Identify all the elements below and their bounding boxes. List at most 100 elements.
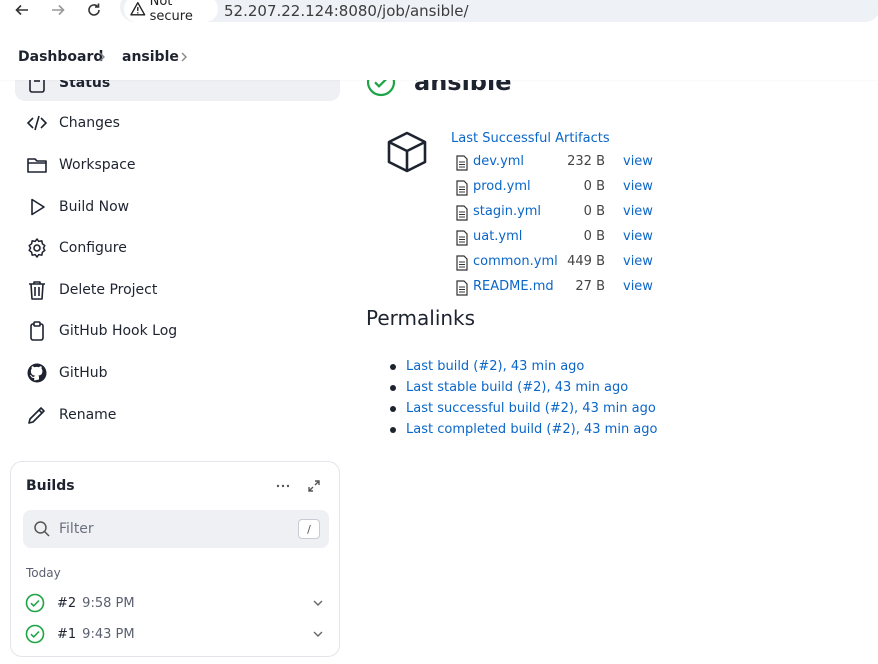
artifact-view-link[interactable]: view [623, 179, 653, 194]
sidebar-item-label: GitHub [59, 365, 108, 381]
expand-button[interactable] [304, 476, 324, 496]
ellipsis-icon [276, 484, 290, 488]
artifact-row: README.md 27 B view [455, 277, 675, 297]
bullet-icon [390, 427, 396, 433]
artifact-link[interactable]: README.md [473, 279, 554, 294]
artifact-size: 27 B [575, 279, 605, 294]
arrow-right-icon [52, 4, 65, 16]
success-icon [25, 624, 45, 644]
build-time: 9:43 PM [82, 626, 135, 642]
artifact-size: 0 B [583, 204, 605, 219]
list-item: Last build (#2), 43 min ago [390, 358, 584, 379]
file-icon [455, 155, 469, 171]
url-text[interactable]: 52.207.22.124:8080/job/ansible/ [224, 2, 469, 20]
file-icon [455, 205, 469, 221]
file-icon [455, 255, 469, 271]
search-icon [34, 521, 50, 537]
list-item: Last completed build (#2), 43 min ago [390, 421, 657, 442]
warning-icon [130, 1, 146, 16]
list-item: Last successful build (#2), 43 min ago [390, 400, 656, 421]
reload-icon [88, 3, 100, 16]
clipboard-icon [26, 320, 48, 342]
builds-title: Builds [26, 478, 75, 494]
artifact-size: 232 B [567, 154, 605, 169]
success-icon [25, 593, 45, 613]
arrow-left-icon [15, 4, 28, 16]
breadcrumb: Dashboard ansible [0, 33, 878, 80]
sidebar-item-delete-project[interactable]: Delete Project [26, 277, 157, 303]
artifact-view-link[interactable]: view [623, 154, 653, 169]
artifact-row: dev.yml 232 B view [455, 152, 675, 172]
artifact-size: 0 B [583, 229, 605, 244]
security-label: Not secure [149, 0, 193, 24]
build-row[interactable]: #2 9:58 PM [25, 592, 325, 614]
artifact-size: 0 B [583, 179, 605, 194]
artifact-size: 449 B [567, 254, 605, 269]
bullet-icon [390, 385, 396, 391]
sidebar-item-workspace[interactable]: Workspace [26, 152, 136, 178]
build-time: 9:58 PM [82, 595, 135, 611]
forward-button[interactable] [48, 0, 68, 20]
bullet-icon [390, 406, 396, 412]
reload-button[interactable] [84, 0, 104, 20]
builds-panel: Builds / Today #2 9:58 PM #1 9:43 PM [10, 461, 340, 657]
pencil-icon [26, 404, 48, 426]
artifact-link[interactable]: stagin.yml [473, 204, 541, 219]
permalinks-list: Last build (#2), 43 min ago Last stable … [390, 358, 657, 442]
breadcrumb-dashboard[interactable]: Dashboard [18, 49, 103, 65]
artifact-view-link[interactable]: view [623, 254, 653, 269]
github-icon [26, 362, 48, 384]
artifact-row: uat.yml 0 B view [455, 227, 675, 247]
sidebar-item-rename[interactable]: Rename [26, 402, 116, 428]
permalink-last-completed-build[interactable]: Last completed build (#2), 43 min ago [406, 422, 657, 437]
code-icon [26, 112, 48, 134]
chevron-down-icon[interactable] [311, 595, 325, 609]
sidebar-item-github-hook-log[interactable]: GitHub Hook Log [26, 318, 177, 344]
sidebar-item-changes[interactable]: Changes [26, 110, 120, 136]
sidebar-item-label: Rename [59, 407, 117, 423]
permalink-last-build[interactable]: Last build (#2), 43 min ago [406, 359, 584, 374]
sidebar-item-label: Delete Project [59, 282, 158, 298]
back-button[interactable] [12, 0, 32, 20]
breadcrumb-ansible[interactable]: ansible [122, 49, 179, 65]
artifact-link[interactable]: prod.yml [473, 179, 531, 194]
artifact-row: prod.yml 0 B view [455, 177, 675, 197]
sidebar-item-github[interactable]: GitHub [26, 360, 108, 386]
artifact-link[interactable]: dev.yml [473, 154, 524, 169]
sidebar-item-label: Build Now [59, 199, 130, 215]
build-number[interactable]: #1 [57, 627, 76, 642]
artifact-view-link[interactable]: view [623, 229, 653, 244]
sidebar-item-configure[interactable]: Configure [26, 235, 127, 261]
list-item: Last stable build (#2), 43 min ago [390, 379, 628, 400]
artifact-row: stagin.yml 0 B view [455, 202, 675, 222]
more-options-button[interactable] [273, 476, 293, 496]
file-icon [455, 180, 469, 196]
permalink-last-successful-build[interactable]: Last successful build (#2), 43 min ago [406, 401, 656, 416]
sidebar-item-label: Changes [59, 115, 120, 131]
package-icon [385, 130, 429, 174]
chevron-down-icon[interactable] [311, 626, 325, 640]
file-icon [455, 280, 469, 296]
bullet-icon [390, 364, 396, 370]
artifact-link[interactable]: common.yml [473, 254, 558, 269]
permalink-last-stable-build[interactable]: Last stable build (#2), 43 min ago [406, 380, 628, 395]
artifact-row: common.yml 449 B view [455, 252, 675, 272]
security-indicator[interactable]: Not secure [124, 0, 218, 24]
filter-box: / [23, 510, 329, 548]
sidebar-item-label: GitHub Hook Log [59, 323, 178, 339]
permalinks-heading: Permalinks [366, 306, 476, 330]
artifact-view-link[interactable]: view [623, 204, 653, 219]
expand-icon [308, 480, 320, 492]
breadcrumb-chevron-icon[interactable] [178, 49, 190, 65]
play-icon [26, 196, 48, 218]
artifact-view-link[interactable]: view [623, 279, 653, 294]
build-number[interactable]: #2 [57, 596, 76, 611]
gear-icon [26, 237, 48, 259]
artifacts-title-link[interactable]: Last Successful Artifacts [451, 131, 610, 146]
artifact-link[interactable]: uat.yml [473, 229, 522, 244]
file-icon [455, 230, 469, 246]
sidebar-item-build-now[interactable]: Build Now [26, 194, 129, 220]
filter-input[interactable] [59, 519, 289, 539]
build-row[interactable]: #1 9:43 PM [25, 623, 325, 645]
sidebar-item-label: Configure [59, 240, 127, 256]
